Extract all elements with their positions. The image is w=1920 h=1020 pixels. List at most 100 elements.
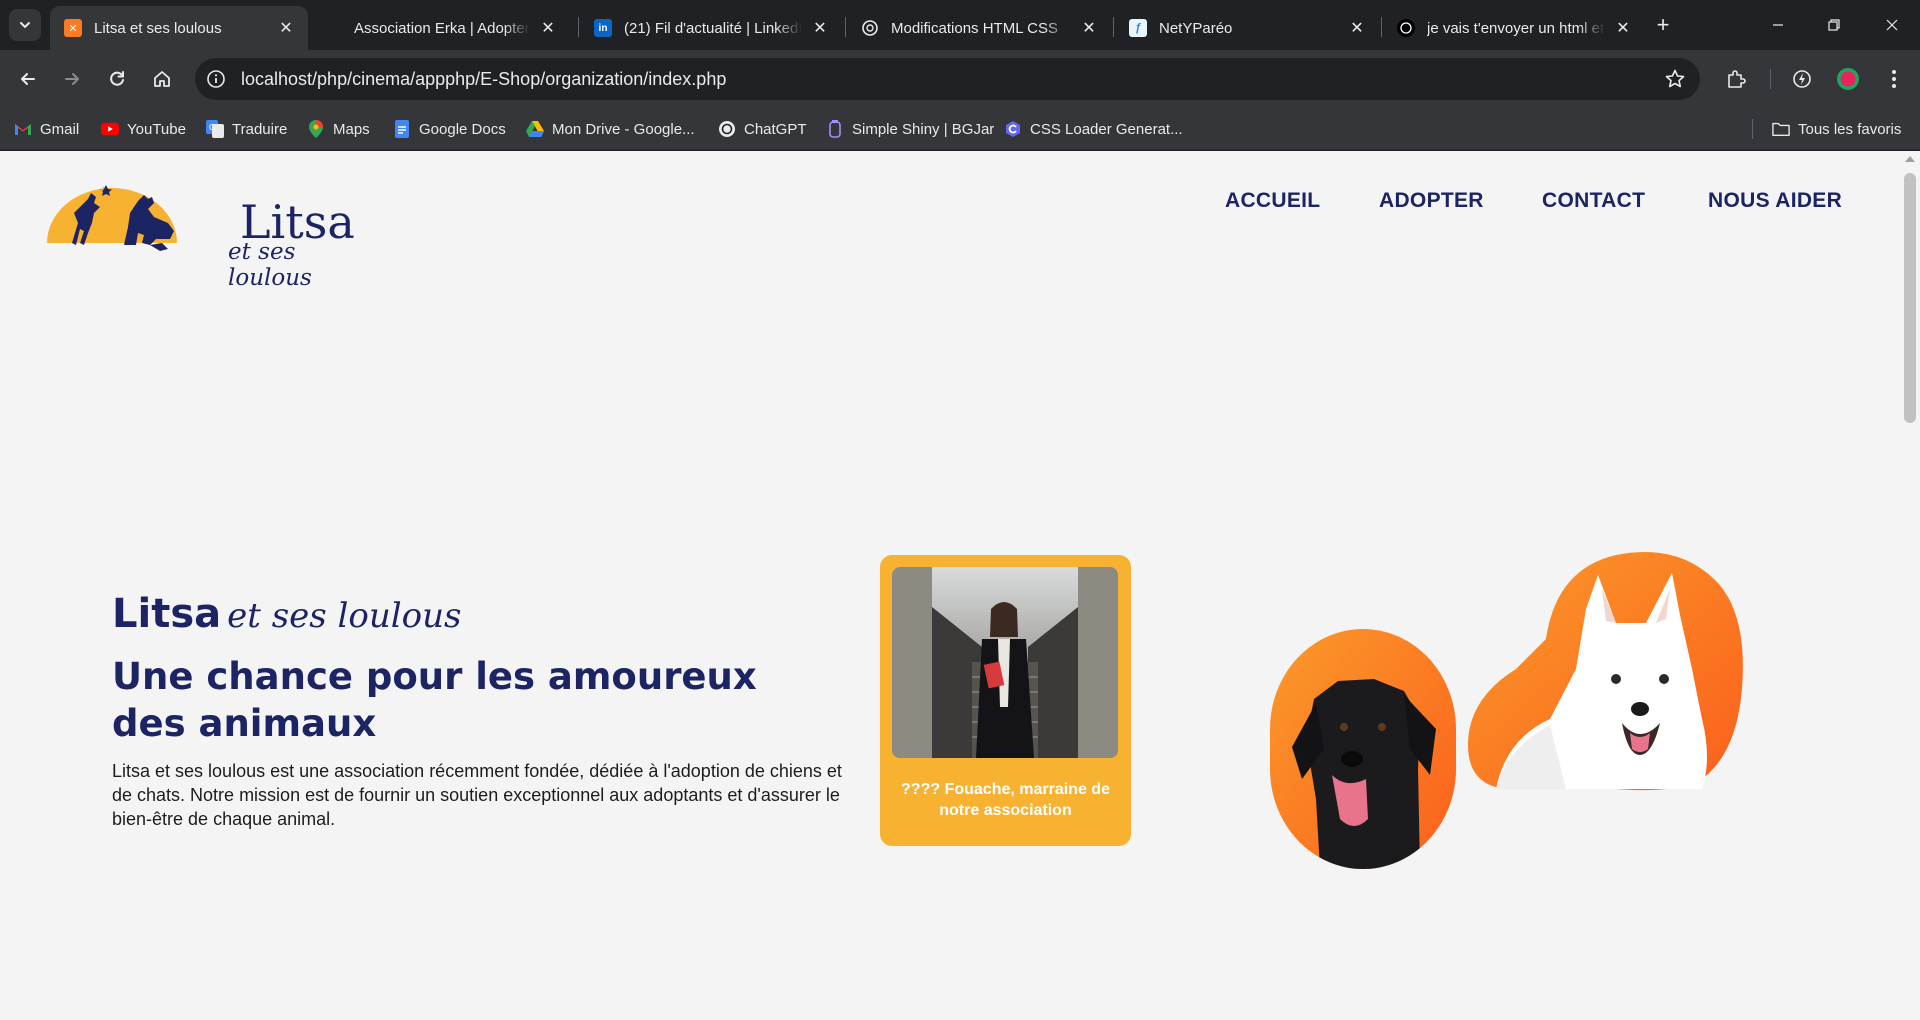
youtube-icon [101,120,119,138]
docs-icon [393,120,411,138]
speed-icon [1793,70,1811,88]
star-icon[interactable] [1664,68,1686,90]
page-scrollbar[interactable] [1900,151,1920,1020]
sponsor-photo [892,567,1118,758]
home-button[interactable] [146,63,178,95]
home-icon [154,71,170,87]
logo-tagline: et ses loulous [228,239,312,291]
nav-adopter[interactable]: ADOPTER [1379,189,1484,213]
drive-icon [526,120,544,138]
browser-toolbar: localhost/php/cinema/appphp/E-Shop/organ… [0,50,1920,108]
reload-button[interactable] [101,63,133,95]
more-vertical-icon [1892,70,1896,88]
close-tab-icon[interactable]: ✕ [276,18,296,38]
close-tab-icon[interactable]: ✕ [538,18,558,38]
tab-chatgpt-1[interactable]: Modifications HTML CSS ✕ [847,6,1111,50]
all-bookmarks-button[interactable]: Tous les favoris [1772,118,1901,140]
tab-linkedin[interactable]: in (21) Fil d'actualité | LinkedIn ✕ [580,6,842,50]
forward-button[interactable] [56,63,88,95]
sponsor-photo-image [892,567,1118,758]
svg-text:G: G [209,123,215,132]
menu-button[interactable] [1880,65,1908,93]
tab-search-button[interactable] [9,9,41,41]
tab-separator [1113,17,1114,37]
white-dog-illustration [1468,552,1743,791]
page-viewport: Litsa et ses loulous ACCUEIL ADOPTER CON… [0,151,1920,1020]
bookmark-drive[interactable]: Mon Drive - Google... [526,118,695,140]
tab-erka[interactable]: Association Erka | Adopter ✕ [310,6,570,50]
arrow-right-icon [65,73,79,85]
sponsor-caption: ???? Fouache, marraine de notre associat… [901,781,1110,819]
bookmark-docs[interactable]: Google Docs [393,118,506,140]
black-dog-image [1270,629,1456,869]
bookmark-bgjar[interactable]: Simple Shiny | BGJar [826,118,994,140]
tab-litsa[interactable]: ✕ Litsa et ses loulous ✕ [50,6,308,50]
bgjar-icon [826,120,844,138]
translate-icon: G [206,120,224,138]
bookmark-gmail[interactable]: Gmail [14,118,79,140]
tab-chatgpt-2[interactable]: je vais t'envoyer un html et ✕ [1383,6,1645,50]
hero-description: Litsa et ses loulous est une association… [112,761,842,829]
bookmark-separator [1752,119,1753,139]
netypareo-icon: ƒ [1129,19,1147,37]
tab-separator [1381,17,1382,37]
toolbar-separator [1770,69,1771,89]
folder-icon [1772,120,1790,138]
hero-brand-name: Litsa [112,591,222,637]
bookmark-maps[interactable]: Maps [307,118,370,140]
chatgpt-icon [1397,19,1415,37]
xampp-icon: ✕ [64,19,82,37]
maps-icon [307,120,325,138]
white-dog-image [1466,549,1746,791]
close-tab-icon[interactable]: ✕ [1079,18,1099,38]
erka-icon [324,19,342,37]
bookmark-chatgpt[interactable]: ChatGPT [718,118,807,140]
nav-contact[interactable]: CONTACT [1542,189,1645,213]
close-tab-icon[interactable]: ✕ [1347,18,1367,38]
address-bar[interactable]: localhost/php/cinema/appphp/E-Shop/organ… [195,58,1700,100]
cssloader-icon [1004,120,1022,138]
bookmark-cssloader[interactable]: CSS Loader Generat... [1004,118,1183,140]
close-tab-icon[interactable]: ✕ [810,18,830,38]
back-button[interactable] [12,63,44,95]
bookmark-translate[interactable]: G Traduire [206,118,287,140]
site-info-icon[interactable] [206,69,226,89]
sponsor-card: ???? Fouache, marraine de notre associat… [880,555,1131,846]
chevron-down-icon [20,22,30,29]
avatar [1837,68,1859,90]
arrow-left-icon [21,73,35,85]
chatgpt-icon [718,120,736,138]
minimize-icon [1773,24,1783,26]
bookmarks-bar: Gmail YouTube G Traduire Maps Google Doc… [0,108,1920,150]
hero-title: Une chance pour les amoureux des animaux [112,655,757,745]
bookmark-youtube[interactable]: YouTube [101,118,186,140]
chatgpt-icon [861,19,879,37]
hero-brand: Litsa et ses loulous [112,591,461,637]
restore-icon [1828,19,1840,31]
close-window-button[interactable] [1864,0,1920,50]
black-dog-illustration [1270,629,1456,869]
dogs-sun-logo-icon [47,185,177,251]
close-icon [1886,19,1898,31]
nav-nous-aider[interactable]: NOUS AIDER [1708,189,1842,213]
new-tab-button[interactable]: + [1650,12,1676,38]
profile-button[interactable] [1834,65,1862,93]
tab-netypareo[interactable]: ƒ NetYParéo ✕ [1115,6,1379,50]
close-tab-icon[interactable]: ✕ [1613,18,1633,38]
nav-accueil[interactable]: ACCUEIL [1225,189,1320,213]
site-logo[interactable]: Litsa et ses loulous [44,173,355,291]
performance-button[interactable] [1788,65,1816,93]
linkedin-icon: in [594,19,612,37]
scrollbar-thumb[interactable] [1904,173,1916,423]
minimize-button[interactable] [1750,0,1806,50]
url-text[interactable]: localhost/php/cinema/appphp/E-Shop/organ… [241,69,726,90]
extensions-button[interactable] [1722,65,1750,93]
reload-icon [110,71,124,86]
plus-icon: + [1656,12,1670,37]
tab-separator [845,17,846,37]
tab-separator [578,17,579,37]
restore-button[interactable] [1806,0,1862,50]
hero-brand-script: et ses loulous [227,596,462,636]
puzzle-icon [1728,70,1746,88]
scroll-up-icon[interactable] [1905,156,1915,162]
